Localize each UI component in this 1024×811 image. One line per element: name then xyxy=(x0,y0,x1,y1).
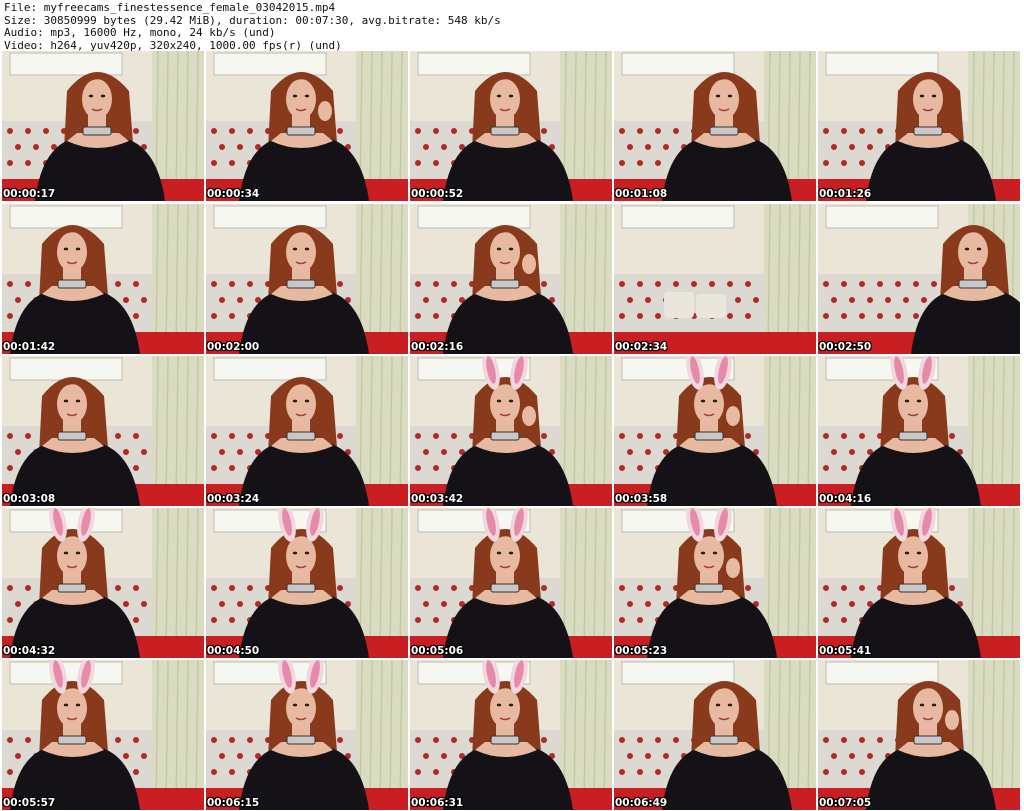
thumbnail-timestamp: 00:06:49 xyxy=(615,797,668,809)
thumbnail-timestamp: 00:02:16 xyxy=(411,341,464,353)
thumbnail-frame-image xyxy=(410,356,612,506)
thumbnail-frame-image xyxy=(818,356,1020,506)
thumbnail-frame-image xyxy=(206,356,408,506)
video-thumbnail: 00:00:17 xyxy=(2,51,204,201)
video-thumbnail: 00:06:49 xyxy=(614,660,816,810)
thumbnail-frame-image xyxy=(818,660,1020,810)
video-thumbnail: 00:02:34 xyxy=(614,204,816,354)
thumbnail-frame-image xyxy=(410,508,612,658)
thumbnail-frame-image xyxy=(410,51,612,201)
video-thumbnail: 00:05:57 xyxy=(2,660,204,810)
audio-info-line: Audio: mp3, 16000 Hz, mono, 24 kb/s (und… xyxy=(4,26,276,39)
thumbnail-frame-image xyxy=(2,51,204,201)
video-thumbnail: 00:02:16 xyxy=(410,204,612,354)
thumbnail-timestamp: 00:00:34 xyxy=(207,188,260,200)
file-info-header: File: myfreecams_finestessence_female_03… xyxy=(4,1,904,52)
thumbnail-timestamp: 00:02:50 xyxy=(819,341,872,353)
thumbnail-timestamp: 00:06:15 xyxy=(207,797,260,809)
thumbnail-frame-image xyxy=(2,508,204,658)
video-thumbnail: 00:07:05 xyxy=(818,660,1020,810)
thumbnail-timestamp: 00:00:17 xyxy=(3,188,56,200)
video-thumbnail: 00:01:08 xyxy=(614,51,816,201)
video-thumbnail: 00:01:26 xyxy=(818,51,1020,201)
thumbnail-timestamp: 00:01:26 xyxy=(819,188,872,200)
thumbnail-frame-image xyxy=(2,660,204,810)
thumbnail-frame-image xyxy=(614,508,816,658)
video-thumbnail: 00:00:34 xyxy=(206,51,408,201)
thumbnail-timestamp: 00:06:31 xyxy=(411,797,464,809)
thumbnail-timestamp: 00:02:00 xyxy=(207,341,260,353)
thumbnail-frame-image xyxy=(818,51,1020,201)
thumbnail-timestamp: 00:03:08 xyxy=(3,493,56,505)
thumbnail-timestamp: 00:05:23 xyxy=(615,645,668,657)
thumbnail-timestamp: 00:00:52 xyxy=(411,188,464,200)
video-thumbnail: 00:03:08 xyxy=(2,356,204,506)
video-thumbnail: 00:06:31 xyxy=(410,660,612,810)
thumbnail-frame-image xyxy=(206,508,408,658)
video-thumbnail: 00:05:06 xyxy=(410,508,612,658)
video-thumbnail: 00:03:42 xyxy=(410,356,612,506)
thumbnail-frame-image xyxy=(614,51,816,201)
thumbnail-frame-image xyxy=(206,204,408,354)
thumbnail-frame-image xyxy=(818,508,1020,658)
thumbnail-frame-image xyxy=(2,356,204,506)
video-thumbnail: 00:05:41 xyxy=(818,508,1020,658)
thumbnail-timestamp: 00:04:16 xyxy=(819,493,872,505)
thumbnail-frame-image xyxy=(410,204,612,354)
video-thumbnail: 00:02:50 xyxy=(818,204,1020,354)
video-thumbnail: 00:03:58 xyxy=(614,356,816,506)
video-thumbnail: 00:04:32 xyxy=(2,508,204,658)
thumbnail-frame-image xyxy=(410,660,612,810)
video-thumbnail: 00:03:24 xyxy=(206,356,408,506)
thumbnail-frame-image xyxy=(818,204,1020,354)
thumbnail-timestamp: 00:01:42 xyxy=(3,341,56,353)
thumbnail-frame-image xyxy=(206,660,408,810)
thumbnail-frame-image xyxy=(206,51,408,201)
thumbnail-timestamp: 00:03:58 xyxy=(615,493,668,505)
thumbnail-timestamp: 00:05:06 xyxy=(411,645,464,657)
thumbnail-timestamp: 00:05:57 xyxy=(3,797,56,809)
thumbnail-frame-image xyxy=(614,660,816,810)
thumbnail-timestamp: 00:01:08 xyxy=(615,188,668,200)
thumbnail-timestamp: 00:02:34 xyxy=(615,341,668,353)
thumbnail-timestamp: 00:04:50 xyxy=(207,645,260,657)
thumbnail-frame-image xyxy=(2,204,204,354)
thumbnail-grid: 00:00:17 00:00:34 00:00:52 00:01:08 00:01:26… xyxy=(2,51,1022,811)
thumbnail-timestamp: 00:04:32 xyxy=(3,645,56,657)
video-thumbnail: 00:01:42 xyxy=(2,204,204,354)
video-thumbnail: 00:06:15 xyxy=(206,660,408,810)
thumbnail-timestamp: 00:03:42 xyxy=(411,493,464,505)
video-thumbnail: 00:04:16 xyxy=(818,356,1020,506)
thumbnail-frame-image xyxy=(614,356,816,506)
thumbnail-timestamp: 00:07:05 xyxy=(819,797,872,809)
video-thumbnail: 00:05:23 xyxy=(614,508,816,658)
video-thumbnail: 00:00:52 xyxy=(410,51,612,201)
thumbnail-timestamp: 00:03:24 xyxy=(207,493,260,505)
video-thumbnail: 00:02:00 xyxy=(206,204,408,354)
file-name-line: File: myfreecams_finestessence_female_03… xyxy=(4,1,336,14)
thumbnail-timestamp: 00:05:41 xyxy=(819,645,872,657)
thumbnail-frame-image xyxy=(614,204,816,354)
video-thumbnail: 00:04:50 xyxy=(206,508,408,658)
